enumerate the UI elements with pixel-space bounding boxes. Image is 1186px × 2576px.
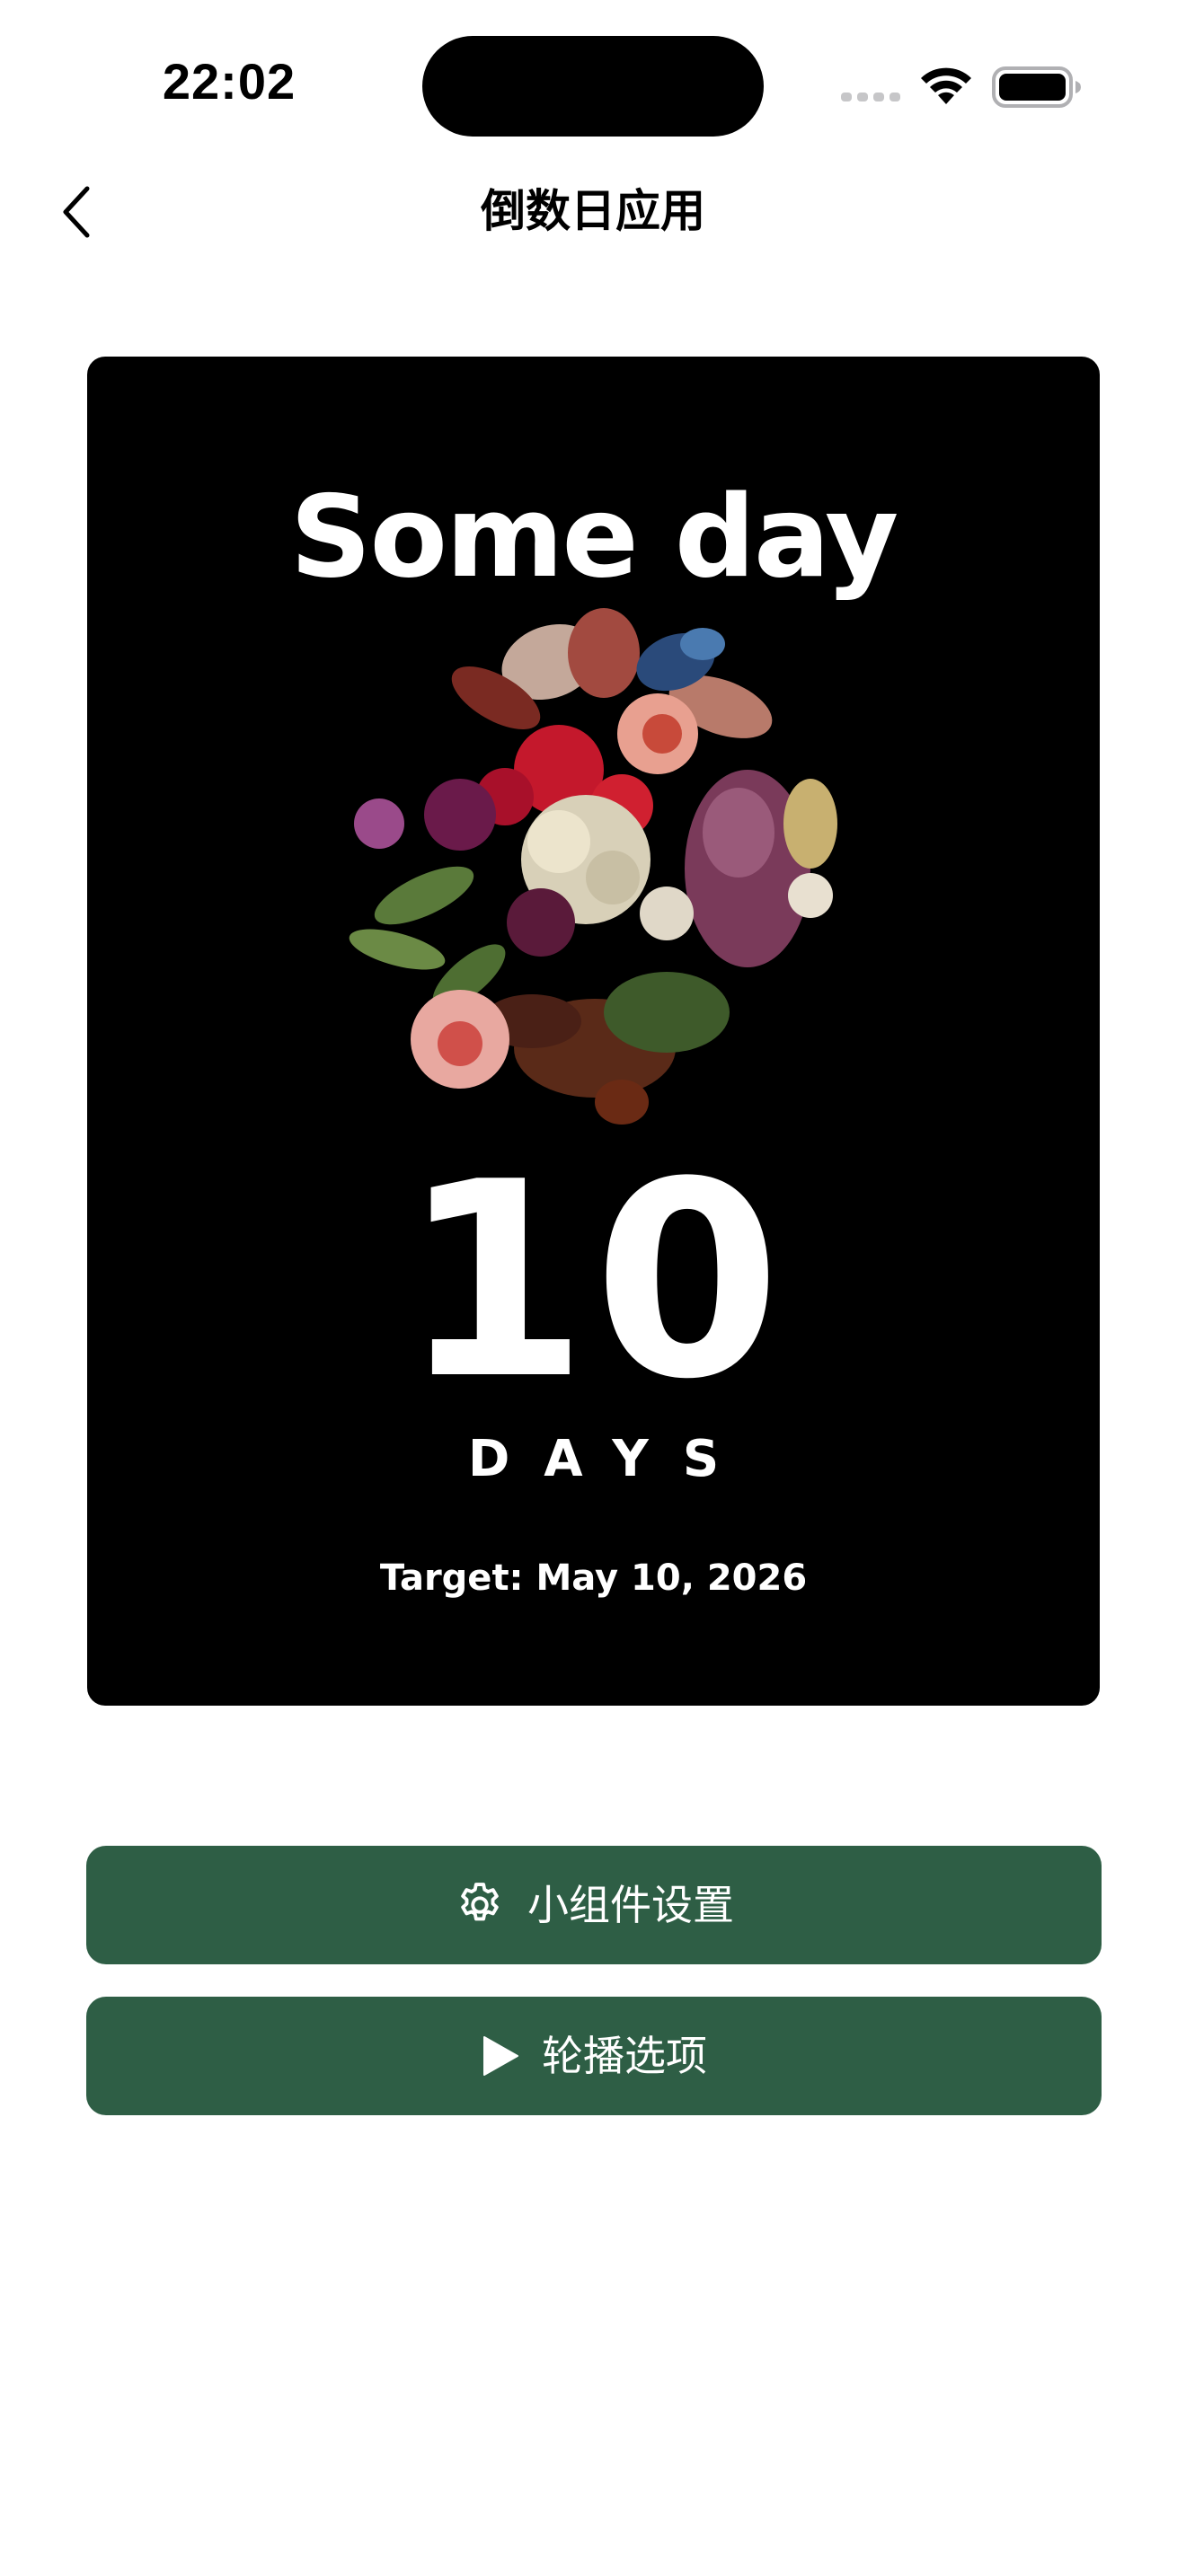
cellular-signal-icon — [841, 93, 900, 101]
widget-settings-button[interactable]: 小组件设置 — [86, 1846, 1102, 1964]
battery-icon — [992, 66, 1081, 108]
carousel-options-button[interactable]: 轮播选项 — [86, 1997, 1102, 2115]
countdown-unit: DAYS — [467, 1430, 754, 1488]
gear-icon — [461, 1883, 499, 1921]
widget-title: Some day — [289, 471, 898, 603]
dynamic-island — [422, 36, 764, 137]
status-time: 22:02 — [162, 53, 296, 110]
play-icon — [483, 2036, 518, 2076]
widget-preview-card: Some day 10 DAYS Target: May 10, 2026 — [87, 357, 1100, 1706]
carousel-options-label: 轮播选项 — [542, 2032, 707, 2080]
flower-bouquet-image — [349, 608, 837, 1125]
widget-settings-label: 小组件设置 — [527, 1881, 734, 1929]
wifi-icon — [921, 67, 971, 104]
target-date: Target: May 10, 2026 — [379, 1557, 808, 1599]
page-title: 倒数日应用 — [481, 185, 705, 237]
countdown-number: 10 — [400, 1125, 787, 1438]
